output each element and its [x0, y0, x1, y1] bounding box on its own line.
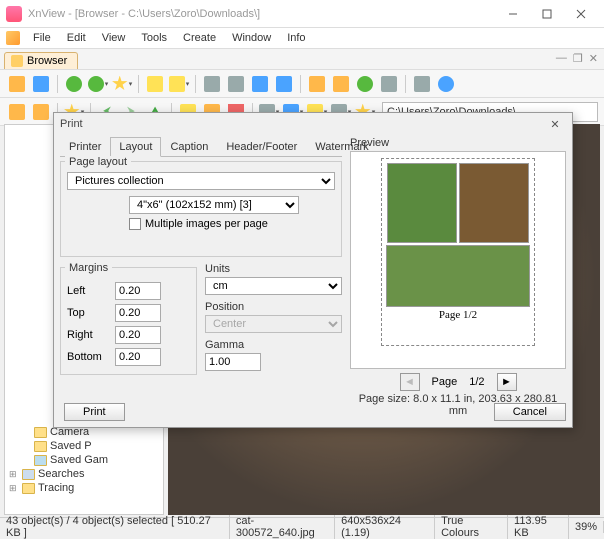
menu-view[interactable]: View	[95, 30, 133, 46]
tab-caption[interactable]: Caption	[161, 137, 217, 157]
tab-printer[interactable]: Printer	[60, 137, 110, 157]
refresh-icon[interactable]	[63, 73, 85, 95]
minimize-button[interactable]	[496, 3, 530, 25]
menu-window[interactable]: Window	[225, 30, 278, 46]
dialog-close-icon[interactable]: ✕	[544, 115, 566, 133]
scan-icon[interactable]	[249, 73, 271, 95]
multiple-images-checkbox[interactable]	[129, 218, 141, 230]
paper-size-select[interactable]: 4"x6" (102x152 mm) [3]	[129, 196, 299, 214]
position-select: Center	[205, 315, 342, 333]
search-folder-icon	[22, 469, 35, 480]
search-icon[interactable]	[201, 73, 223, 95]
preview-thumb	[387, 163, 457, 243]
screen-icon[interactable]	[330, 73, 352, 95]
preview-panel: Page 1/2	[350, 151, 566, 369]
print-icon[interactable]	[225, 73, 247, 95]
tree-node[interactable]: ⊞Searches	[7, 467, 161, 481]
browser-tab[interactable]: Browser	[4, 52, 78, 69]
browser-tab-label: Browser	[27, 55, 67, 67]
tree-node[interactable]: Saved P	[7, 439, 161, 453]
dialog-title: Print	[60, 118, 83, 130]
open-icon[interactable]	[6, 73, 28, 95]
tab-layout[interactable]: Layout	[110, 137, 161, 157]
copy-icon[interactable]	[144, 73, 166, 95]
title-bar: XnView - [Browser - C:\Users\Zoro\Downlo…	[0, 0, 604, 28]
browser-tab-icon	[11, 55, 23, 67]
margin-top-input[interactable]	[115, 304, 161, 322]
gamma-input[interactable]	[205, 353, 261, 371]
convert-icon[interactable]	[306, 73, 328, 95]
status-zoom: 39%	[569, 521, 604, 533]
tree-node[interactable]: ⊞Tracing	[7, 481, 161, 495]
tabview1-icon[interactable]	[6, 101, 28, 123]
main-toolbar	[0, 70, 604, 98]
preview-page-label: Page 1/2	[439, 309, 477, 321]
tree-node[interactable]: Saved Gam	[7, 453, 161, 467]
margin-bottom-input[interactable]	[115, 348, 161, 366]
margin-right-input[interactable]	[115, 326, 161, 344]
slideshow-icon[interactable]	[273, 73, 295, 95]
nav-page-label: Page	[432, 376, 458, 388]
settings-icon[interactable]	[411, 73, 433, 95]
menu-file[interactable]: File	[26, 30, 58, 46]
dialog-tabs: Printer Layout Caption Header/Footer Wat…	[60, 137, 342, 157]
web-icon[interactable]	[354, 73, 376, 95]
print-button[interactable]: Print	[64, 403, 125, 421]
rotate-ccw-icon[interactable]	[87, 73, 109, 95]
folder-icon	[34, 455, 47, 466]
units-select[interactable]: cm	[205, 277, 342, 295]
star-icon[interactable]	[111, 73, 133, 95]
preview-thumb	[386, 245, 530, 307]
help-icon[interactable]	[435, 73, 457, 95]
preview-thumb	[459, 163, 529, 243]
page-layout-group: Page layout Pictures collection 4"x6" (1…	[60, 161, 342, 257]
margins-group: Margins Left Top Right Bottom	[60, 267, 197, 375]
prev-page-button[interactable]: ◄	[400, 373, 420, 391]
folder-icon	[22, 483, 35, 494]
layout-mode-select[interactable]: Pictures collection	[67, 172, 335, 190]
status-bar: 43 object(s) / 4 object(s) selected [ 51…	[0, 517, 604, 535]
grid-icon[interactable]	[378, 73, 400, 95]
multiple-images-label: Multiple images per page	[145, 218, 268, 230]
menu-tools[interactable]: Tools	[134, 30, 174, 46]
menu-edit[interactable]: Edit	[60, 30, 93, 46]
preview-page: Page 1/2	[381, 158, 535, 346]
folder-icon	[34, 441, 47, 452]
tab-headerfooter[interactable]: Header/Footer	[217, 137, 306, 157]
nav-page-value: 1/2	[469, 376, 484, 388]
doc-tab-row: Browser — ❐ ✕	[0, 48, 604, 70]
app-icon	[6, 6, 22, 22]
cancel-button[interactable]: Cancel	[494, 403, 566, 421]
paste-icon[interactable]	[168, 73, 190, 95]
margin-left-input[interactable]	[115, 282, 161, 300]
fullscreen-icon[interactable]	[30, 73, 52, 95]
print-dialog: Print ✕ Printer Layout Caption Header/Fo…	[53, 112, 573, 428]
mdi-restore-icon[interactable]: ❐	[573, 52, 583, 65]
dialog-title-bar[interactable]: Print ✕	[54, 113, 572, 135]
mdi-close-icon[interactable]: ✕	[589, 52, 598, 65]
xnview-icon	[6, 31, 20, 45]
maximize-button[interactable]	[530, 3, 564, 25]
preview-label: Preview	[350, 137, 566, 149]
folder-icon	[34, 427, 47, 438]
menu-bar: File Edit View Tools Create Window Info	[0, 28, 604, 48]
menu-create[interactable]: Create	[176, 30, 223, 46]
window-title: XnView - [Browser - C:\Users\Zoro\Downlo…	[28, 8, 496, 20]
next-page-button[interactable]: ►	[497, 373, 517, 391]
close-button[interactable]	[564, 3, 598, 25]
mdi-min-icon[interactable]: —	[556, 52, 567, 65]
menu-info[interactable]: Info	[280, 30, 312, 46]
tabview2-icon[interactable]	[30, 101, 52, 123]
